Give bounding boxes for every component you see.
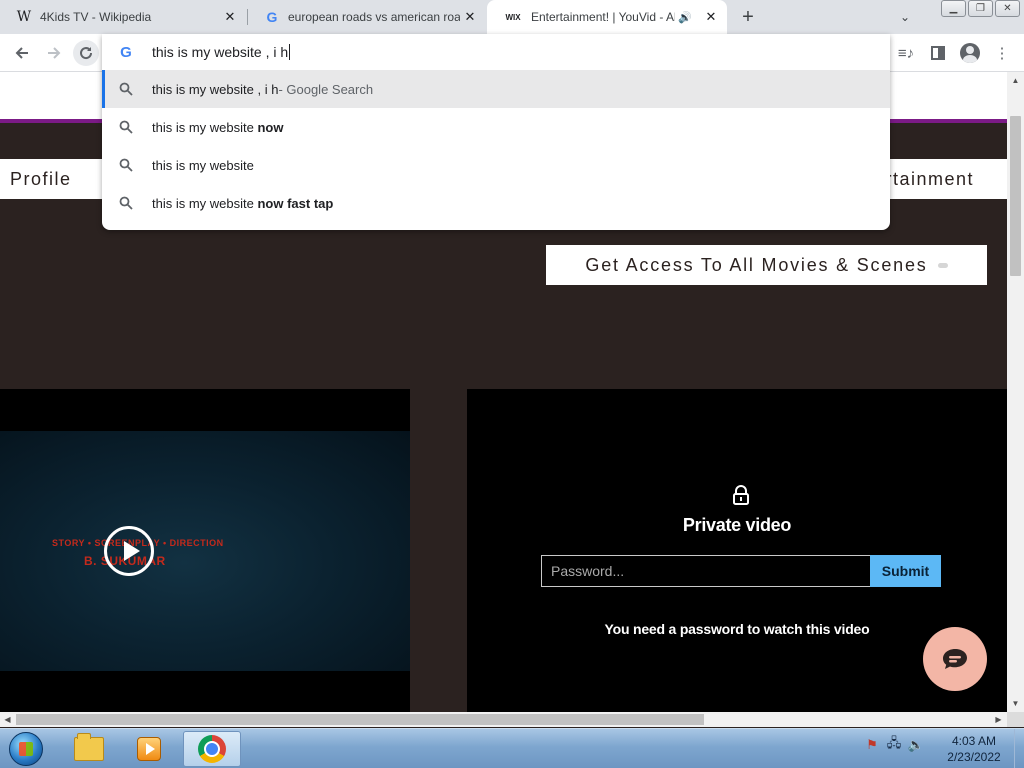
windows-taskbar: ⚑ 🖧 🔈 4:03 AM 2/23/2022 (0, 728, 1024, 768)
network-icon[interactable]: 🖧 (886, 735, 902, 753)
clock-date: 2/23/2022 (947, 750, 1001, 764)
chrome-taskbar-button[interactable] (183, 731, 241, 767)
vertical-scrollbar[interactable]: ▲ ▼ (1007, 72, 1024, 712)
tab-youvid[interactable]: WIX Entertainment! | YouVid - About 🔊 ✕ (487, 0, 727, 34)
chat-bubble-icon (943, 649, 967, 669)
scroll-thumb[interactable] (1010, 116, 1021, 276)
tab-wikipedia[interactable]: W 4Kids TV - Wikipedia ✕ (0, 0, 246, 34)
back-arrow-icon[interactable] (9, 40, 35, 66)
suggestion-item[interactable]: this is my website now fast tap (102, 184, 890, 222)
menu-kebab-icon[interactable]: ⋮ (989, 40, 1015, 66)
start-button[interactable] (6, 730, 46, 768)
close-window-icon[interactable]: ✕ (995, 0, 1020, 17)
tab-title: 4Kids TV - Wikipedia (40, 10, 152, 24)
explorer-taskbar-button[interactable] (60, 731, 118, 767)
media-control-icon[interactable]: ≡♪ (893, 40, 919, 66)
scroll-down-icon[interactable]: ▼ (1011, 699, 1020, 708)
scroll-left-icon[interactable]: ◀ (3, 715, 12, 724)
scroll-corner (1007, 712, 1024, 727)
google-favicon-icon: G (266, 9, 278, 25)
password-note: You need a password to watch this video (604, 621, 870, 637)
scroll-up-icon[interactable]: ▲ (1011, 76, 1020, 85)
suggestion-text: this is my website (152, 157, 254, 173)
scroll-thumb[interactable] (16, 714, 704, 725)
chat-button[interactable] (923, 627, 987, 691)
avatar-icon (960, 43, 980, 63)
nav-link-profile[interactable]: Profile (10, 169, 72, 190)
tab-title: european roads vs american roads (288, 10, 460, 24)
google-g-icon: G (120, 43, 132, 61)
tab-title: Entertainment! | YouVid - About (531, 10, 675, 24)
tab-google-search[interactable]: G european roads vs american roads ✕ (248, 0, 486, 34)
suggestion-item[interactable]: this is my website , i h - Google Search (102, 70, 890, 108)
show-desktop-button[interactable] (1014, 729, 1024, 768)
video-thumbnail (0, 431, 410, 671)
clock-time: 4:03 AM (951, 734, 997, 748)
omnibox-input[interactable]: G this is my website , i h (102, 34, 890, 70)
loading-dot-icon (937, 262, 948, 268)
magnifier-icon (118, 81, 134, 97)
folder-icon (74, 733, 104, 761)
suggestion-item[interactable]: this is my website now (102, 108, 890, 146)
tab-strip: W 4Kids TV - Wikipedia ✕ G european road… (0, 0, 1024, 34)
suggestion-text: this is my website (152, 119, 258, 135)
omnibox-dropdown: G this is my website , i h this is my we… (102, 34, 890, 230)
omnibox-text: this is my website , i h (152, 44, 289, 60)
volume-icon[interactable]: 🔈 (908, 737, 924, 753)
wikipedia-favicon-icon: W (16, 9, 32, 25)
text-caret (289, 44, 291, 60)
media-player-taskbar-button[interactable] (120, 731, 178, 767)
profile-button[interactable] (957, 40, 983, 66)
media-player-icon (137, 737, 161, 761)
new-tab-button[interactable]: + (736, 6, 760, 28)
horizontal-scrollbar[interactable]: ◀ ▶ (0, 712, 1007, 727)
lock-icon (733, 485, 749, 505)
action-center-flag-icon[interactable]: ⚑ (864, 737, 880, 753)
suggestion-item[interactable]: this is my website (102, 146, 890, 184)
tab-close-icon[interactable]: ✕ (701, 7, 721, 27)
magnifier-icon (118, 195, 134, 211)
tab-close-icon[interactable]: ✕ (220, 7, 240, 27)
suggestion-text: this is my website , i h (152, 81, 279, 97)
video-player-left[interactable]: STORY • SCREENPLAY • DIRECTION B. SUKUMA… (0, 389, 410, 712)
password-input[interactable]: Password... (541, 555, 871, 587)
audio-speaker-icon[interactable]: 🔊 (675, 7, 695, 27)
chrome-icon (198, 735, 226, 763)
minimize-icon[interactable]: ▁ (941, 0, 966, 17)
restore-icon[interactable]: ❐ (968, 0, 993, 17)
wix-favicon-icon: WIX (505, 12, 521, 22)
suggestion-bold: now (257, 119, 284, 135)
tab-close-icon[interactable]: ✕ (460, 7, 480, 27)
tab-search-chevron-icon[interactable]: ⌄ (895, 8, 915, 26)
suggestion-text: this is my website (152, 195, 258, 211)
forward-arrow-icon[interactable] (41, 40, 67, 66)
get-access-button[interactable]: Get Access To All Movies & Scenes (546, 245, 987, 285)
private-video-title: Private video (682, 515, 792, 535)
system-tray: ⚑ 🖧 🔈 (864, 735, 924, 753)
windows-logo-icon (9, 732, 43, 766)
suggestion-hint: - Google Search (278, 81, 374, 97)
magnifier-icon (118, 157, 134, 173)
magnifier-icon (118, 119, 134, 135)
submit-button[interactable]: Submit (870, 555, 941, 587)
reload-icon[interactable] (73, 40, 99, 66)
window-controls: ▁ ❐ ✕ (941, 0, 1020, 17)
side-panel-icon[interactable] (925, 40, 951, 66)
get-access-label: Get Access To All Movies & Scenes (585, 254, 928, 275)
suggestion-bold: now fast tap (257, 195, 334, 211)
play-button-icon[interactable] (104, 526, 154, 576)
scroll-right-icon[interactable]: ▶ (994, 715, 1003, 724)
system-clock[interactable]: 4:03 AM 2/23/2022 (936, 733, 1012, 765)
